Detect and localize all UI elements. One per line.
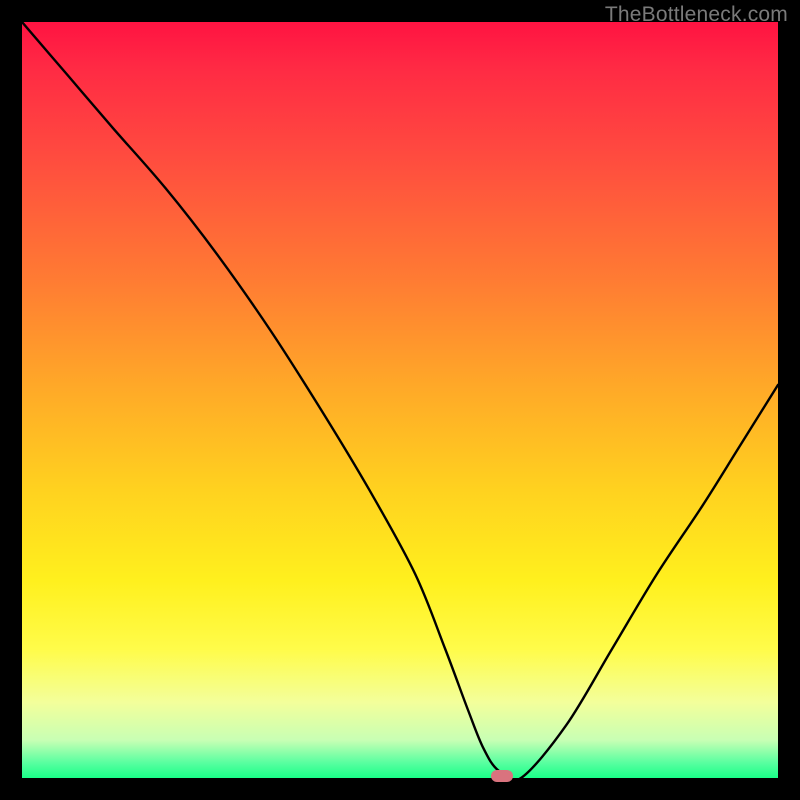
plot-area — [22, 22, 778, 778]
bottleneck-curve — [22, 22, 778, 778]
optimal-marker — [491, 770, 513, 782]
chart-frame: TheBottleneck.com — [0, 0, 800, 800]
